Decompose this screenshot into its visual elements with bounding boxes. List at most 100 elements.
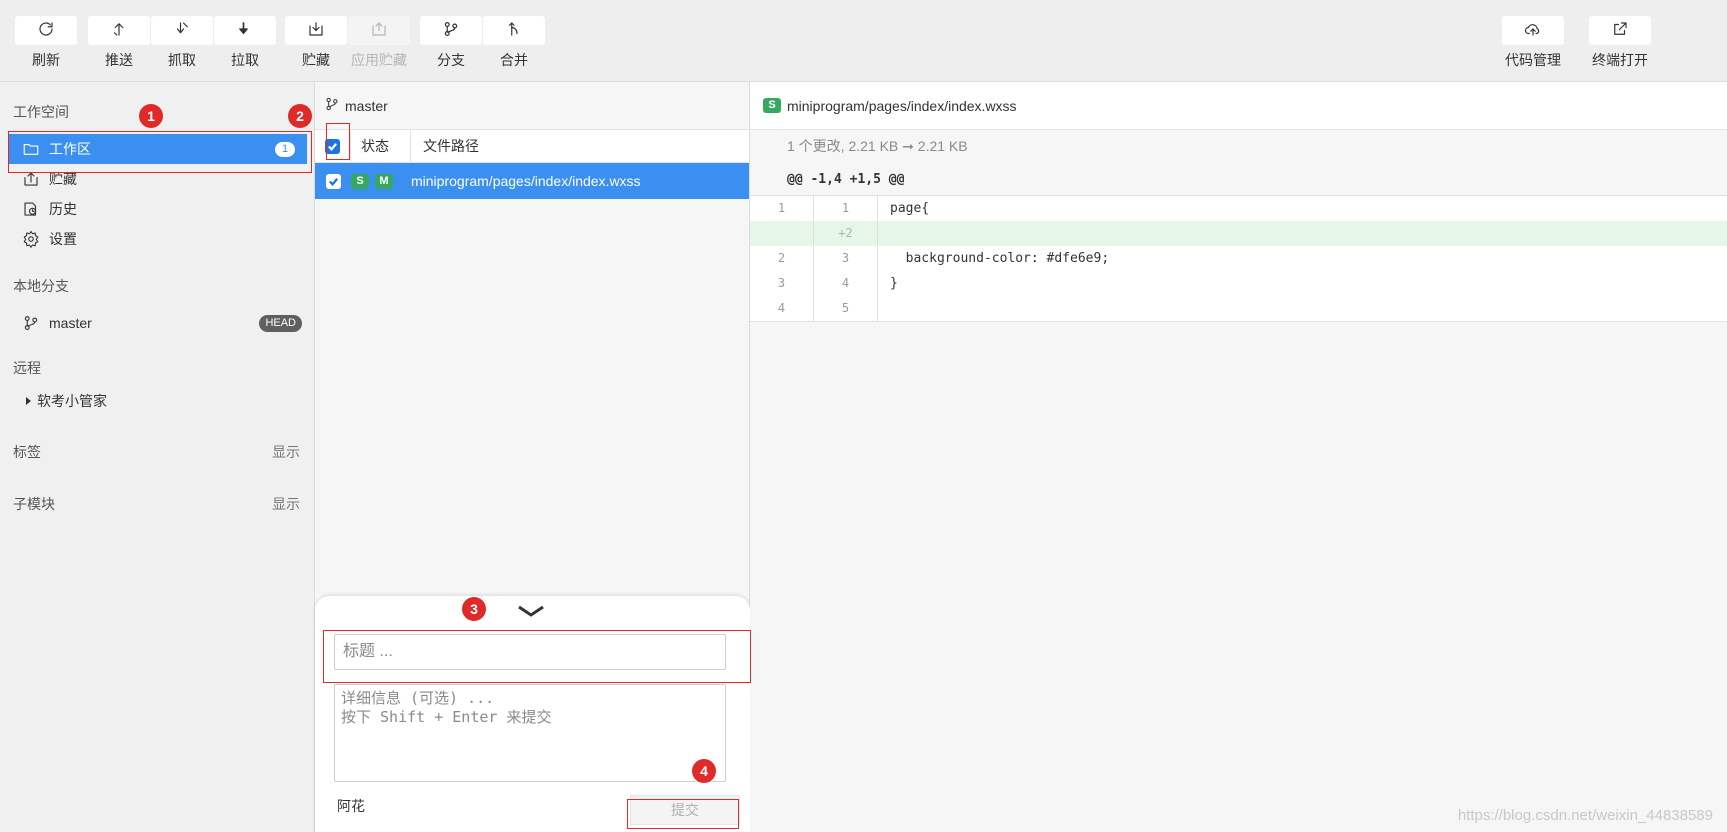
fetch-label: 抓取 [168, 52, 196, 68]
sidebar-item-history[interactable]: 历史 [0, 194, 315, 224]
watermark: https://blog.csdn.net/weixin_44838589 [1457, 807, 1713, 824]
apply-stash-button[interactable]: 应用贮藏 [347, 16, 411, 70]
merge-icon [505, 20, 523, 41]
commit-title-input[interactable] [334, 634, 726, 670]
sidebar-item-remote[interactable]: 软考小管家 [0, 386, 315, 416]
workspace-section-title: 工作空间 [13, 104, 69, 120]
branch-label: 分支 [437, 52, 465, 68]
diff-hunk-header: @@ -1,4 +1,5 @@ [750, 163, 1727, 196]
open-terminal-label: 终端打开 [1592, 52, 1648, 68]
merge-button[interactable]: 合并 [482, 16, 546, 70]
remote-name: 软考小管家 [37, 393, 107, 409]
file-path: miniprogram/pages/index/index.wxss [411, 173, 641, 189]
sidebar-item-label: 工作区 [49, 141, 91, 157]
sidebar-item-label: 贮藏 [49, 171, 77, 187]
file-row[interactable]: S M miniprogram/pages/index/index.wxss [315, 163, 749, 199]
sidebar-item-workspace[interactable]: 工作区 1 [8, 134, 307, 164]
branch-icon [21, 313, 41, 333]
pull-label: 拉取 [231, 52, 259, 68]
push-button[interactable]: 推送 [87, 16, 151, 70]
diff-panel: S miniprogram/pages/index/index.wxss 1 个… [750, 82, 1727, 832]
head-badge: HEAD [259, 315, 302, 332]
toolbar: 刷新 推送 抓取 拉取 贮藏 应用贮藏 分支 合并 代码管理 终端打开 [0, 0, 1727, 82]
line-code: } [890, 276, 898, 291]
commit-detail-input[interactable] [334, 684, 726, 782]
annotation-marker-3: 3 [462, 597, 486, 621]
current-branch-name: master [345, 97, 388, 114]
sidebar-item-stash[interactable]: 贮藏 [0, 164, 315, 194]
diff-line: 1 1 page{ [750, 196, 1727, 221]
stash-icon [21, 169, 41, 189]
tags-show-link[interactable]: 显示 [272, 442, 300, 462]
folder-icon [21, 139, 41, 159]
sidebar-item-branch-master[interactable]: master HEAD [0, 308, 315, 338]
apply-stash-label: 应用贮藏 [351, 52, 407, 68]
annotation-marker-2: 2 [288, 104, 312, 128]
cloud-upload-icon [1524, 20, 1542, 41]
diff-line: 4 5 [750, 296, 1727, 321]
status-column-header: 状态 [351, 129, 411, 163]
branch-button[interactable]: 分支 [419, 16, 483, 70]
new-line-number: +2 [814, 221, 878, 246]
refresh-label: 刷新 [32, 52, 60, 68]
local-branches-section-title: 本地分支 [13, 278, 69, 294]
submodules-show-link[interactable]: 显示 [272, 494, 300, 514]
annotation-marker-1: 1 [139, 104, 163, 128]
diff-file-header: S miniprogram/pages/index/index.wxss [750, 82, 1727, 130]
path-column-header: 文件路径 [423, 138, 479, 154]
submodules-section-title: 子模块 [13, 496, 55, 512]
merge-label: 合并 [500, 52, 528, 68]
file-checkbox[interactable] [325, 173, 341, 189]
fetch-button[interactable]: 抓取 [150, 16, 214, 70]
diff-line-added: +2 [750, 221, 1727, 246]
push-icon [110, 20, 128, 41]
apply-stash-icon [370, 20, 388, 41]
annotation-marker-4: 4 [692, 759, 716, 783]
commit-panel: 阿花 提交 [315, 596, 750, 832]
old-line-number: 3 [750, 271, 814, 296]
current-branch-bar: master [315, 82, 749, 130]
sidebar-item-settings[interactable]: 设置 [0, 224, 315, 254]
branch-icon [324, 96, 345, 115]
staged-tag: S [351, 173, 369, 189]
pull-icon [236, 20, 254, 41]
stash-icon [307, 20, 325, 41]
open-terminal-button[interactable]: 终端打开 [1588, 16, 1652, 70]
sidebar: 工作空间 工作区 1 贮藏 历史 设置 本地分支 master HEAD 远程 … [0, 82, 315, 832]
caret-right-icon [26, 397, 31, 405]
diff-summary: 1 个更改, 2.21 KB ➞ 2.21 KB [750, 130, 1727, 163]
remote-section-title: 远程 [13, 360, 41, 376]
old-line-number: 2 [750, 246, 814, 271]
staged-tag: S [763, 98, 781, 113]
branch-name: master [49, 315, 92, 331]
history-icon [21, 199, 41, 219]
code-management-label: 代码管理 [1505, 52, 1561, 68]
tags-section-title: 标签 [13, 444, 41, 460]
diff-table: 1 1 page{ +2 2 3 background-color: #dfe6… [750, 196, 1727, 322]
stash-button[interactable]: 贮藏 [284, 16, 348, 70]
gear-icon [21, 229, 41, 249]
push-label: 推送 [105, 52, 133, 68]
commit-submit-button[interactable]: 提交 [630, 795, 740, 825]
changes-panel: master 状态 文件路径 S M miniprogram/pages/ind… [315, 82, 750, 832]
sidebar-item-label: 历史 [49, 201, 77, 217]
line-code: page{ [890, 201, 930, 216]
changes-count-badge: 1 [275, 142, 295, 157]
diff-line: 2 3 background-color: #dfe6e9; [750, 246, 1727, 271]
new-line-number: 5 [814, 296, 878, 321]
branch-icon [442, 20, 460, 41]
new-line-number: 4 [814, 271, 878, 296]
line-code: background-color: #dfe6e9; [890, 251, 1110, 266]
stash-label: 贮藏 [302, 52, 330, 68]
code-management-button[interactable]: 代码管理 [1501, 16, 1565, 70]
diff-file-path: miniprogram/pages/index/index.wxss [787, 97, 1017, 114]
select-all-checkbox[interactable] [325, 138, 340, 154]
pull-button[interactable]: 拉取 [213, 16, 277, 70]
sidebar-item-label: 设置 [49, 231, 77, 247]
chevron-down-icon[interactable] [516, 602, 546, 623]
old-line-number: 1 [750, 196, 814, 221]
refresh-button[interactable]: 刷新 [14, 16, 78, 70]
fetch-icon [173, 20, 191, 41]
